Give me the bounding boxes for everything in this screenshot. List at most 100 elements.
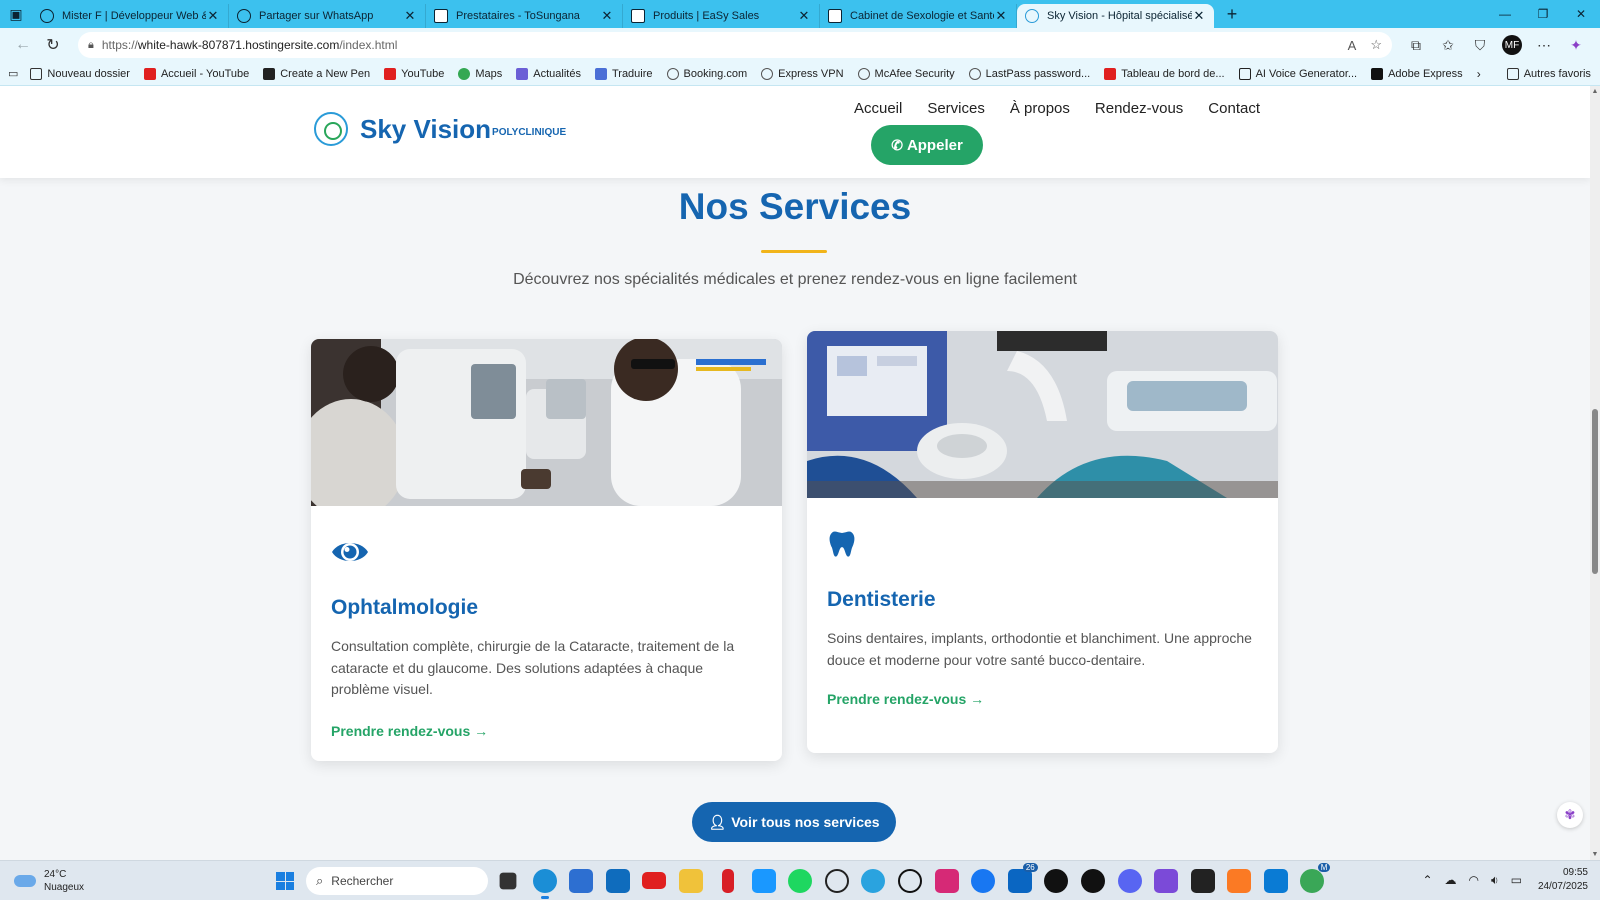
task-view-icon[interactable] [500,873,517,890]
outlook-icon[interactable] [606,869,630,893]
taskbar-search[interactable]: ⌕ Rechercher [306,867,488,895]
nav-link-accueil[interactable]: Accueil [854,100,902,117]
restore-icon[interactable]: ❐ [1524,7,1562,21]
maps-pin-icon [458,68,470,80]
nav-link-contact[interactable]: Contact [1208,100,1260,117]
scroll-down-icon[interactable]: ▼ [1590,851,1600,858]
call-button[interactable]: ✆ Appeler [871,125,983,165]
chrome-icon[interactable]: M [1300,869,1324,893]
wifi-icon[interactable]: ◠ [1469,873,1479,887]
file-explorer-icon[interactable] [679,869,703,893]
bookmark-item[interactable]: AI Voice Generator... [1239,68,1358,80]
youtube-icon [384,68,396,80]
vscode-icon[interactable] [1264,869,1288,893]
more-options-icon[interactable]: ⋯ [1528,37,1560,54]
close-tab-icon[interactable]: ✕ [1192,8,1206,24]
bookmark-item[interactable]: Maps [458,68,502,80]
bookmark-item[interactable]: Adobe Express [1371,68,1463,80]
nav-link-services[interactable]: Services [927,100,985,117]
favorites-icon[interactable]: ✩ [1432,37,1464,54]
prime-video-icon[interactable] [752,869,776,893]
nav-link-rendez-vous[interactable]: Rendez-vous [1095,100,1183,117]
book-appointment-link[interactable]: Prendre rendez-vous → [827,691,984,707]
whatsapp-icon[interactable] [898,869,922,893]
close-window-icon[interactable]: ✕ [1562,7,1600,21]
refresh-icon[interactable]: ↻ [38,35,68,55]
edge-icon[interactable] [533,869,557,893]
nav-link-a-propos[interactable]: À propos [1010,100,1070,117]
linkedin-icon[interactable]: 26 [1008,869,1032,893]
new-tab-button[interactable]: + [1218,4,1246,25]
bookmark-item[interactable]: Express VPN [761,68,843,80]
logo-name: Sky Vision [360,114,491,145]
browser-tab[interactable]: Cabinet de Sexologie et Santé Re ✕ [820,4,1017,28]
x-twitter-icon[interactable] [1044,869,1068,893]
bookmark-item[interactable]: Accueil - YouTube [144,68,249,80]
facebook-icon[interactable] [971,869,995,893]
bookmark-item[interactable]: YouTube [384,68,444,80]
url-field[interactable]: 🔒︎ https://white-hawk-807871.hostingersi… [78,32,1392,58]
store-icon[interactable] [569,869,593,893]
view-all-services-button[interactable]: 👤︎ Voir tous nos services [692,802,896,842]
browser-tab[interactable]: Prestataires - ToSungana ✕ [426,4,623,28]
other-bookmarks-folder[interactable]: Autres favoris [1507,68,1591,80]
chevron-up-icon[interactable]: ⌃ [1422,873,1432,887]
chatgpt-icon[interactable] [825,869,849,893]
browser-tab[interactable]: Partager sur WhatsApp ✕ [229,4,426,28]
close-tab-icon[interactable]: ✕ [403,8,417,24]
shield-icon[interactable]: ⛉ [1464,37,1496,54]
weather-widget[interactable]: 24°C Nuageux [14,868,84,894]
ai-assistant-icon[interactable]: ✾ [1557,802,1583,828]
scrollbar-thumb[interactable] [1592,409,1598,574]
back-icon[interactable]: ← [8,36,38,54]
bookmark-item[interactable]: McAfee Security [858,68,955,80]
onedrive-icon[interactable]: ☁ [1445,873,1457,887]
tooth-icon [827,526,857,562]
bookmark-item[interactable]: Nouveau dossier [30,68,130,80]
bookmark-item[interactable]: Booking.com [667,68,748,80]
tiktok-icon[interactable] [1081,869,1105,893]
youtube-icon[interactable] [642,872,666,889]
chevron-right-icon[interactable]: › [1477,67,1481,81]
favorite-star-icon[interactable]: ☆ [1370,37,1382,53]
bookmark-item[interactable]: Traduire [595,68,653,80]
profile-avatar[interactable]: MF [1502,35,1522,55]
terminal-icon[interactable] [1191,869,1215,893]
telegram-icon[interactable] [861,869,885,893]
scroll-up-icon[interactable]: ▲ [1590,88,1600,95]
bookmarks-toggle-icon[interactable]: ▭ [8,67,18,80]
browser-tab[interactable]: Produits | EaSy Sales ✕ [623,4,820,28]
book-appointment-link[interactable]: Prendre rendez-vous → [331,723,488,739]
volume-icon[interactable]: 🔉︎ [1491,873,1499,888]
battery-icon[interactable]: ▭ [1511,873,1522,887]
read-aloud-icon[interactable]: A [1348,38,1357,53]
bookmark-item[interactable]: LastPass password... [969,68,1091,80]
search-placeholder: Rechercher [331,874,393,888]
close-tab-icon[interactable]: ✕ [206,8,220,24]
bookmark-item[interactable]: Create a New Pen [263,68,370,80]
bookmark-item[interactable]: Actualités [516,68,581,80]
windows-start-icon[interactable] [276,872,294,890]
spotify-icon[interactable] [788,869,812,893]
close-tab-icon[interactable]: ✕ [797,8,811,24]
discord-icon[interactable] [1118,869,1142,893]
netflix-icon[interactable] [722,869,734,893]
clipchamp-icon[interactable] [1154,869,1178,893]
clock[interactable]: 09:55 24/07/2025 [1538,866,1588,894]
page-scrollbar[interactable]: ▲ ▼ [1590,86,1600,860]
browser-tab[interactable]: Mister F | Développeur Web & Fo ✕ [32,4,229,28]
bookmark-item[interactable]: Tableau de bord de... [1104,68,1224,80]
minimize-icon[interactable]: — [1486,7,1524,21]
copilot-icon[interactable]: ✦ [1560,37,1592,54]
tab-actions-icon[interactable]: ▣ [0,0,32,28]
instagram-icon[interactable] [935,869,959,893]
globe-icon [40,9,54,23]
browser-tab-active[interactable]: Sky Vision - Hôpital spécialisé en ✕ [1017,4,1214,28]
extensions-icon[interactable]: ⧉ [1400,37,1432,54]
xampp-icon[interactable] [1227,869,1251,893]
close-tab-icon[interactable]: ✕ [994,8,1008,24]
site-info-icon[interactable]: 🔒︎ [88,39,94,52]
close-tab-icon[interactable]: ✕ [600,8,614,24]
site-logo[interactable]: Sky Vision POLYCLINIQUE [314,112,566,146]
site-header: Sky Vision POLYCLINIQUE Accueil Services… [0,86,1590,178]
